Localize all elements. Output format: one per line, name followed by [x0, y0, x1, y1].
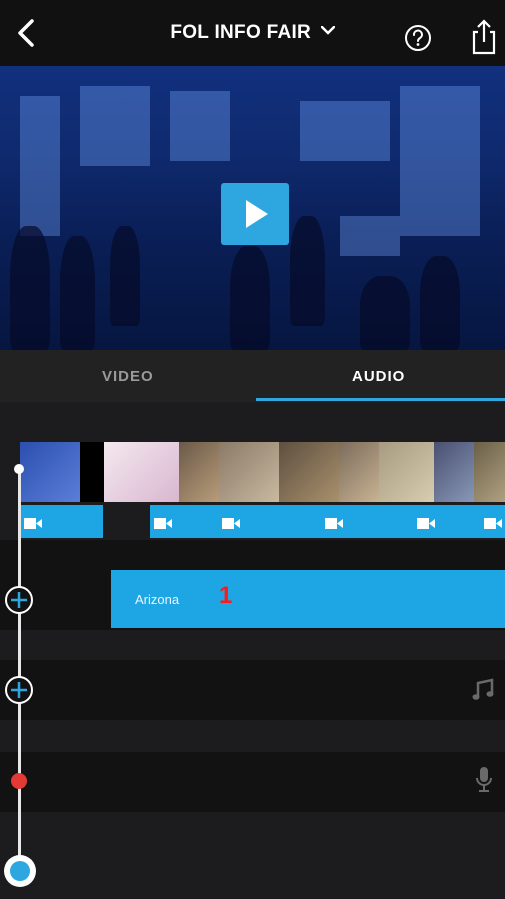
video-camera-icon: [417, 518, 435, 529]
scene-shelf: [170, 91, 230, 161]
video-thumbnail: [20, 442, 80, 502]
audio-clip-label: Arizona: [135, 592, 180, 607]
video-thumbnail: [219, 442, 279, 502]
scene-shelf: [300, 101, 390, 161]
video-preview[interactable]: [0, 66, 505, 350]
play-button[interactable]: [221, 183, 289, 245]
scene-person: [110, 226, 140, 326]
annotation-marker: 1: [219, 582, 233, 609]
share-icon[interactable]: [468, 18, 500, 56]
top-bar: FOL INFO FAIR: [0, 0, 505, 66]
music-note-icon: [472, 678, 494, 700]
question-circle-icon[interactable]: [404, 24, 432, 52]
scene-person: [420, 256, 460, 350]
video-thumbnail: [179, 442, 219, 502]
video-camera-icon: [484, 518, 502, 529]
scene-person: [60, 236, 95, 350]
add-audio-button[interactable]: [4, 585, 34, 615]
music-track[interactable]: [0, 660, 505, 720]
scene-person: [230, 246, 270, 350]
project-title-label: FOL INFO FAIR: [170, 22, 312, 43]
tab-audio[interactable]: AUDIO: [352, 368, 405, 385]
video-camera-icon: [222, 518, 240, 529]
record-dot[interactable]: [11, 773, 27, 789]
tab-video[interactable]: VIDEO: [102, 368, 154, 385]
video-camera-icon: [24, 518, 42, 529]
scene-shelf: [20, 96, 60, 236]
playhead-line: [18, 468, 21, 873]
scene-person: [10, 226, 50, 350]
video-thumbnail: [379, 442, 434, 502]
video-camera-icon: [325, 518, 343, 529]
scene-shelf: [400, 86, 480, 236]
playhead-top-dot: [14, 464, 24, 474]
scene-person: [360, 276, 410, 350]
video-thumbnail: [434, 442, 474, 502]
video-thumbnail-strip[interactable]: [20, 442, 505, 502]
chevron-down-icon: [320, 26, 335, 35]
add-music-button[interactable]: [4, 675, 34, 705]
editor-tabs: VIDEO AUDIO: [0, 350, 505, 402]
track-gap: [0, 540, 505, 570]
microphone-icon: [476, 767, 492, 792]
scene-person: [290, 216, 325, 326]
scene-shelf: [340, 216, 400, 256]
video-thumbnail: [339, 442, 379, 502]
video-camera-icon: [154, 518, 172, 529]
voiceover-track[interactable]: [0, 752, 505, 812]
tab-indicator: [256, 398, 505, 401]
video-thumbnail: [474, 442, 505, 502]
video-thumbnail: [279, 442, 339, 502]
video-thumbnail: [104, 442, 179, 502]
timeline-scrub-handle[interactable]: [4, 855, 36, 887]
scene-shelf: [80, 86, 150, 166]
